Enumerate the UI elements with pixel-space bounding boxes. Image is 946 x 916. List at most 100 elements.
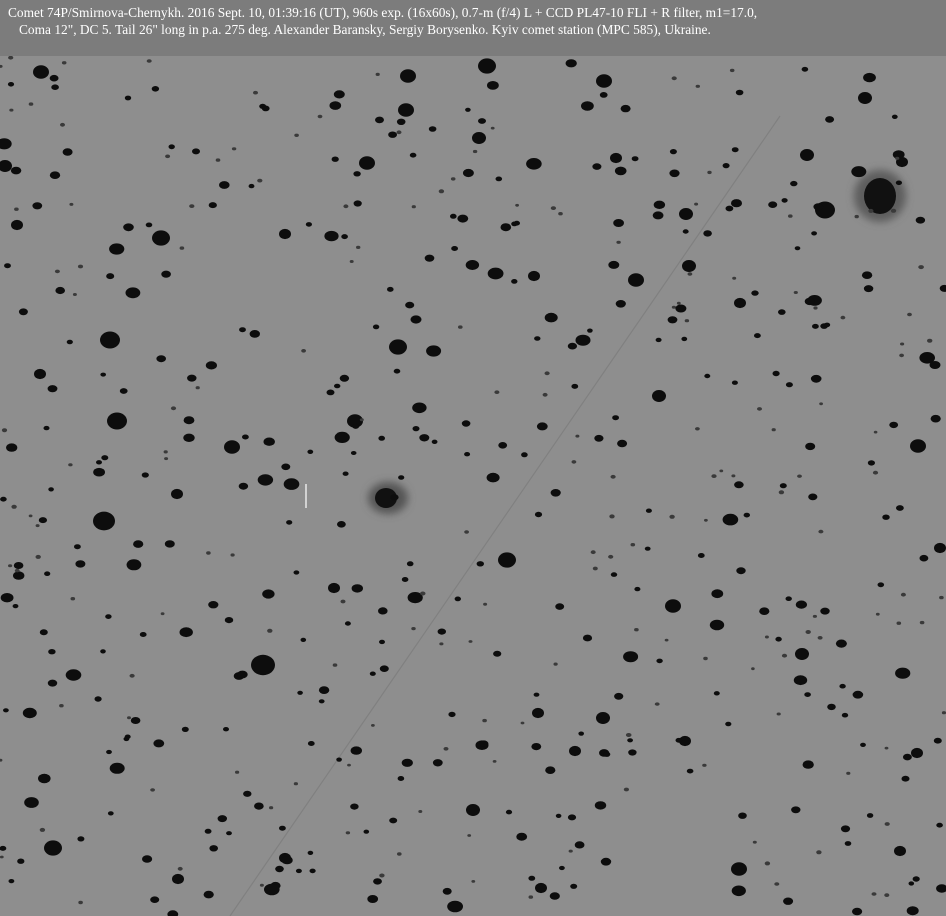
star <box>105 614 112 619</box>
star <box>863 72 876 83</box>
star <box>133 540 144 548</box>
star <box>170 406 177 411</box>
star <box>800 149 814 161</box>
star <box>918 265 924 270</box>
star <box>735 89 744 96</box>
star <box>353 171 361 177</box>
star <box>907 312 912 317</box>
star <box>478 118 486 124</box>
star <box>389 817 398 824</box>
star <box>779 483 787 489</box>
star <box>151 86 160 92</box>
star <box>293 570 300 575</box>
star <box>827 703 836 711</box>
star <box>340 599 346 604</box>
star <box>608 554 614 559</box>
star <box>281 463 291 471</box>
star <box>424 254 435 262</box>
sky-background <box>0 56 946 916</box>
star <box>300 637 307 643</box>
star <box>301 349 306 353</box>
star <box>243 790 252 797</box>
star <box>533 692 540 697</box>
star <box>356 245 361 249</box>
star <box>11 504 17 509</box>
star <box>732 276 737 280</box>
star <box>401 577 409 582</box>
star <box>62 148 73 156</box>
star <box>264 883 280 896</box>
star <box>55 286 65 295</box>
star <box>910 439 926 453</box>
star <box>337 521 346 528</box>
star <box>150 788 156 792</box>
star <box>106 273 115 280</box>
star <box>669 169 680 178</box>
star <box>590 550 596 555</box>
star <box>664 638 669 642</box>
star <box>77 264 84 269</box>
star <box>14 207 19 211</box>
star <box>351 584 363 593</box>
star <box>448 711 456 718</box>
star <box>771 428 776 432</box>
star <box>610 474 616 479</box>
star <box>671 305 677 309</box>
star <box>665 599 681 613</box>
star <box>634 586 641 592</box>
star <box>933 737 942 744</box>
star <box>652 390 666 402</box>
star <box>669 149 677 155</box>
star <box>667 316 678 324</box>
star <box>142 855 153 863</box>
star <box>555 603 565 610</box>
star <box>168 144 175 150</box>
star <box>215 158 221 162</box>
star <box>719 469 724 473</box>
star <box>483 602 488 606</box>
star <box>100 331 120 349</box>
star <box>612 415 619 421</box>
star <box>262 589 275 599</box>
star <box>259 883 264 887</box>
star <box>774 882 780 886</box>
star <box>884 893 890 897</box>
star <box>549 892 560 900</box>
star <box>35 554 41 559</box>
star <box>542 392 548 397</box>
star <box>889 421 899 429</box>
star <box>731 885 746 897</box>
star <box>550 489 561 497</box>
star <box>492 760 497 763</box>
star <box>521 452 528 458</box>
star <box>939 595 944 600</box>
star <box>387 286 394 292</box>
star <box>791 806 801 814</box>
star <box>620 104 631 113</box>
star <box>757 407 762 411</box>
star <box>341 234 348 240</box>
star <box>544 371 550 376</box>
star <box>498 552 516 568</box>
star <box>28 514 33 518</box>
star <box>119 388 128 394</box>
star <box>801 66 809 72</box>
star <box>400 69 416 83</box>
star <box>183 416 195 425</box>
star <box>835 639 847 648</box>
star <box>634 628 639 632</box>
star <box>609 514 615 519</box>
star <box>195 386 200 390</box>
star <box>709 619 725 631</box>
star <box>896 621 902 625</box>
star <box>711 474 717 478</box>
star <box>164 540 175 548</box>
star <box>531 743 542 751</box>
star <box>596 712 610 724</box>
star <box>349 260 354 263</box>
star <box>129 673 135 678</box>
star <box>146 59 152 63</box>
star <box>152 230 170 246</box>
star <box>235 770 240 774</box>
star <box>891 114 898 119</box>
